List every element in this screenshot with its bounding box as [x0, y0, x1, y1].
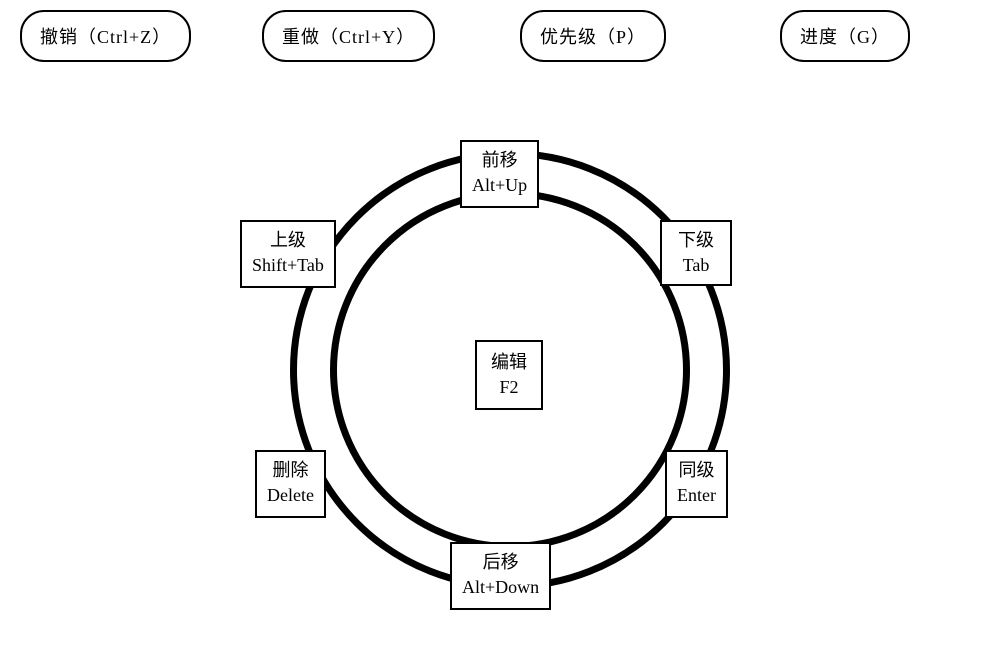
move-backward-button[interactable]: 后移 Alt+Down [450, 542, 551, 610]
delete-shortcut: Delete [267, 483, 314, 508]
redo-button[interactable]: 重做（Ctrl+Y） [262, 10, 435, 62]
undo-button[interactable]: 撤销（Ctrl+Z） [20, 10, 191, 62]
move-backward-shortcut: Alt+Down [462, 575, 539, 600]
parent-level-shortcut: Shift+Tab [252, 253, 324, 278]
delete-label: 删除 [267, 458, 314, 483]
diagram-canvas: 撤销（Ctrl+Z） 重做（Ctrl+Y） 优先级（P） 进度（G） 编辑 F2… [0, 0, 1000, 651]
delete-button[interactable]: 删除 Delete [255, 450, 326, 518]
move-backward-label: 后移 [462, 550, 539, 575]
edit-button[interactable]: 编辑 F2 [475, 340, 543, 410]
redo-label: 重做（Ctrl+Y） [282, 23, 415, 49]
child-level-shortcut: Tab [678, 253, 714, 278]
move-forward-label: 前移 [472, 148, 527, 173]
parent-level-button[interactable]: 上级 Shift+Tab [240, 220, 336, 288]
progress-button[interactable]: 进度（G） [780, 10, 910, 62]
sibling-level-shortcut: Enter [677, 483, 716, 508]
priority-label: 优先级（P） [540, 23, 646, 49]
undo-label: 撤销（Ctrl+Z） [40, 23, 171, 49]
sibling-level-button[interactable]: 同级 Enter [665, 450, 728, 518]
priority-button[interactable]: 优先级（P） [520, 10, 666, 62]
move-forward-button[interactable]: 前移 Alt+Up [460, 140, 539, 208]
edit-label: 编辑 [491, 350, 527, 375]
action-wheel: 编辑 F2 前移 Alt+Up 后移 Alt+Down 上级 Shift+Tab… [290, 150, 730, 590]
move-forward-shortcut: Alt+Up [472, 173, 527, 198]
child-level-label: 下级 [678, 228, 714, 253]
child-level-button[interactable]: 下级 Tab [660, 220, 732, 286]
parent-level-label: 上级 [252, 228, 324, 253]
progress-label: 进度（G） [800, 23, 890, 49]
edit-shortcut: F2 [491, 375, 527, 400]
sibling-level-label: 同级 [677, 458, 716, 483]
